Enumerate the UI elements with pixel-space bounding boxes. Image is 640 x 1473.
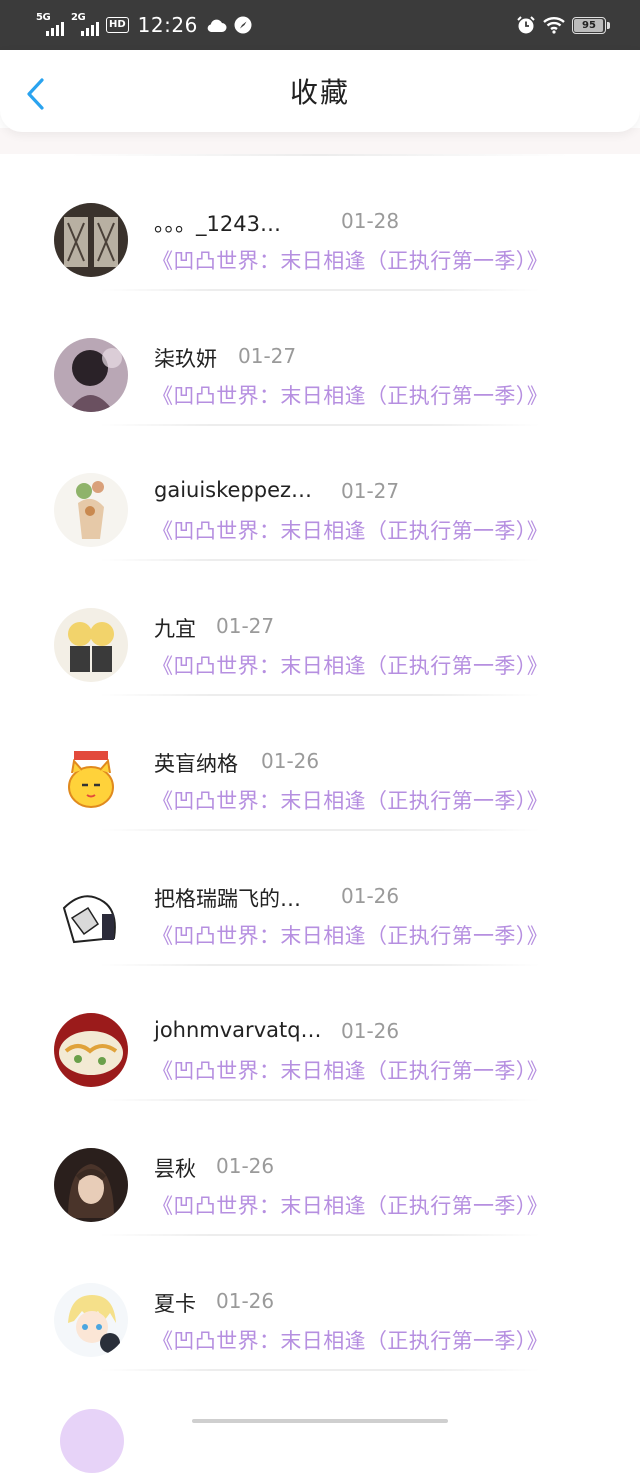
book-title-link[interactable]: 《凹凸世界：末日相逢（正执行第一季）》 xyxy=(152,1190,548,1220)
signal-2g-icon: 2G xyxy=(71,12,99,36)
network-type-label: 5G xyxy=(36,12,51,23)
book-title-link[interactable]: 《凹凸世界：末日相逢（正执行第一季）》 xyxy=(152,245,548,275)
wifi-icon xyxy=(543,17,565,34)
user-name: 昙秋 xyxy=(154,1157,196,1181)
favorite-item[interactable]: 。。。_1243… 01-28 《凹凸世界：末日相逢（正执行第一季）》 xyxy=(0,156,640,291)
avatar[interactable] xyxy=(54,608,128,682)
back-chevron-icon[interactable] xyxy=(22,76,52,112)
user-avatar-icon xyxy=(54,743,128,817)
avatar[interactable] xyxy=(54,743,128,817)
avatar[interactable] xyxy=(54,473,128,547)
user-avatar-icon xyxy=(54,1283,128,1357)
status-left: 5G 2G HD 12:26 xyxy=(36,12,252,37)
network-type-label: 2G xyxy=(71,12,86,23)
user-name: 把格瑞踹飞的… xyxy=(154,887,301,911)
compass-icon xyxy=(234,16,252,34)
user-avatar-icon xyxy=(54,338,128,412)
user-avatar-icon xyxy=(54,878,128,952)
book-title-link[interactable]: 《凹凸世界：末日相逢（正执行第一季）》 xyxy=(152,380,548,410)
user-avatar-icon xyxy=(54,1148,128,1222)
alarm-icon xyxy=(517,16,535,34)
user-name: 九宜 xyxy=(154,617,196,641)
favorite-date: 01-26 xyxy=(341,884,400,908)
avatar[interactable] xyxy=(54,338,128,412)
avatar[interactable] xyxy=(60,1409,124,1473)
favorite-item[interactable]: johnmvarvatq… 01-26 《凹凸世界：末日相逢（正执行第一季）》 xyxy=(0,966,640,1101)
user-avatar-icon xyxy=(54,1013,128,1087)
favorite-date: 01-28 xyxy=(341,209,400,233)
battery-level: 95 xyxy=(582,19,596,31)
book-title-link[interactable]: 《凹凸世界：末日相逢（正执行第一季）》 xyxy=(152,515,548,545)
user-name: 柒玖妍 xyxy=(154,347,217,371)
avatar[interactable] xyxy=(54,878,128,952)
user-name: johnmvarvatq… xyxy=(154,1018,322,1042)
scrollbar-thumb[interactable] xyxy=(192,1419,448,1423)
hd-voice-icon: HD xyxy=(106,17,129,33)
favorites-list: 。。。_1243… 01-28 《凹凸世界：末日相逢（正执行第一季）》 柒玖妍 … xyxy=(0,154,640,1473)
book-title-link[interactable]: 《凹凸世界：末日相逢（正执行第一季）》 xyxy=(152,1055,548,1085)
user-avatar-icon xyxy=(54,608,128,682)
user-avatar-icon xyxy=(54,473,128,547)
user-name: 英盲纳格 xyxy=(154,752,238,776)
page-title: 收藏 xyxy=(289,76,350,109)
favorite-item[interactable]: 夏卡 01-26 《凹凸世界：末日相逢（正执行第一季）》 xyxy=(0,1236,640,1371)
favorite-item[interactable]: gaiuiskeppez… 01-27 《凹凸世界：末日相逢（正执行第一季）》 xyxy=(0,426,640,561)
clock: 12:26 xyxy=(137,13,198,37)
favorite-item[interactable]: 把格瑞踹飞的… 01-26 《凹凸世界：末日相逢（正执行第一季）》 xyxy=(0,831,640,966)
book-title-link[interactable]: 《凹凸世界：末日相逢（正执行第一季）》 xyxy=(152,920,548,950)
favorite-item[interactable]: 英盲纳格 01-26 《凹凸世界：末日相逢（正执行第一季）》 xyxy=(0,696,640,831)
favorite-item[interactable]: 柒玖妍 01-27 《凹凸世界：末日相逢（正执行第一季）》 xyxy=(0,291,640,426)
user-name: 。。。_1243… xyxy=(154,212,281,236)
battery-icon: 95 xyxy=(572,16,610,34)
user-avatar-icon xyxy=(54,203,128,277)
page-header: 收藏 xyxy=(0,50,640,132)
avatar[interactable] xyxy=(54,1013,128,1087)
avatar[interactable] xyxy=(54,203,128,277)
favorite-date: 01-26 xyxy=(216,1154,275,1178)
cloud-icon xyxy=(207,19,227,32)
favorite-date: 01-26 xyxy=(216,1289,275,1313)
favorite-date: 01-26 xyxy=(341,1019,400,1043)
signal-5g-icon: 5G xyxy=(36,12,64,36)
book-title-link[interactable]: 《凹凸世界：末日相逢（正执行第一季）》 xyxy=(152,785,548,815)
status-right: 95 xyxy=(516,15,610,35)
status-bar: 5G 2G HD 12:26 95 xyxy=(0,0,640,50)
favorite-item-partial[interactable] xyxy=(0,1371,640,1473)
favorite-item[interactable]: 九宜 01-27 《凹凸世界：末日相逢（正执行第一季）》 xyxy=(0,561,640,696)
avatar[interactable] xyxy=(54,1148,128,1222)
favorite-item[interactable]: 昙秋 01-26 《凹凸世界：末日相逢（正执行第一季）》 xyxy=(0,1101,640,1236)
avatar[interactable] xyxy=(54,1283,128,1357)
favorite-date: 01-27 xyxy=(238,344,297,368)
user-name: 夏卡 xyxy=(154,1292,196,1316)
favorite-date: 01-26 xyxy=(261,749,320,773)
book-title-link[interactable]: 《凹凸世界：末日相逢（正执行第一季）》 xyxy=(152,650,548,680)
user-name: gaiuiskeppez… xyxy=(154,478,313,502)
favorite-date: 01-27 xyxy=(216,614,275,638)
favorite-date: 01-27 xyxy=(341,479,400,503)
book-title-link[interactable]: 《凹凸世界：末日相逢（正执行第一季）》 xyxy=(152,1325,548,1355)
